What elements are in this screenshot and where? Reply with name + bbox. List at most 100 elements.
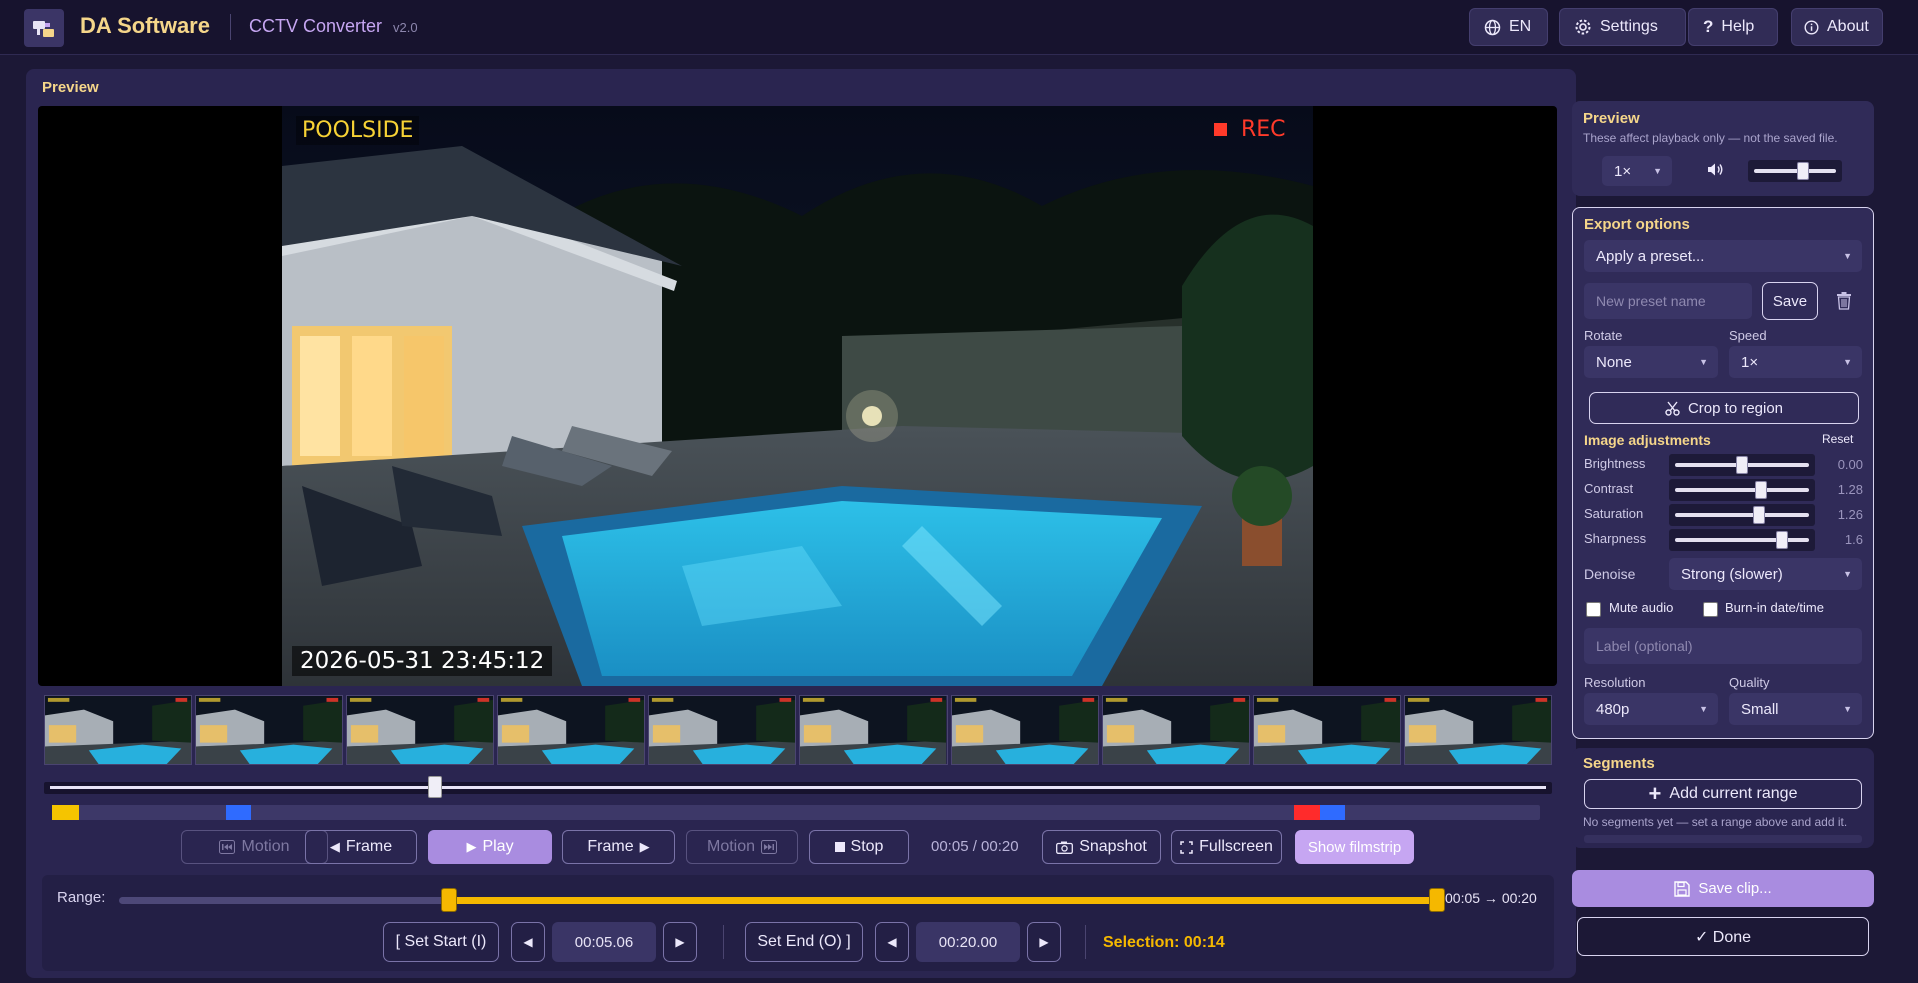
- skip-forward-icon: [761, 840, 778, 854]
- burn-in-label: Burn-in date/time: [1725, 600, 1824, 615]
- about-label: About: [1827, 18, 1869, 35]
- end-nudge-forward-button[interactable]: ▶: [1027, 922, 1061, 962]
- range-start-handle[interactable]: [440, 888, 457, 912]
- stop-icon: [834, 842, 845, 852]
- volume-handle[interactable]: [1797, 162, 1810, 180]
- mute-audio-checkbox[interactable]: [1586, 602, 1601, 617]
- filmstrip: [44, 695, 1552, 765]
- export-speed-select[interactable]: 1× ▼: [1729, 346, 1862, 378]
- help-label: Help: [1721, 18, 1755, 35]
- adjustment-slider[interactable]: [1675, 481, 1809, 499]
- rotate-value: None: [1596, 353, 1632, 371]
- triangle-right-icon: ▶: [675, 935, 685, 949]
- range-readout: 00:05 → 00:20: [1445, 890, 1537, 906]
- filmstrip-thumbnail[interactable]: [497, 695, 646, 765]
- camera-name-overlay: POOLSIDE: [296, 116, 420, 145]
- label-input[interactable]: Label (optional): [1584, 628, 1862, 664]
- motion-marker[interactable]: [226, 805, 252, 820]
- seek-bar[interactable]: [44, 776, 1552, 798]
- filmstrip-thumbnail[interactable]: [799, 695, 948, 765]
- next-frame-button[interactable]: Frame ▶: [562, 830, 675, 864]
- gear-icon: [1575, 19, 1591, 35]
- range-divider: [723, 925, 724, 959]
- save-preset-button[interactable]: Save: [1762, 282, 1818, 320]
- save-clip-label: Save clip...: [1698, 880, 1772, 897]
- filmstrip-thumbnail[interactable]: [648, 695, 797, 765]
- top-bar: DA Software CCTV Converter v2.0 EN Setti…: [0, 0, 1918, 55]
- motion-marker[interactable]: [52, 805, 79, 820]
- header-divider: [230, 14, 231, 40]
- motion-marker[interactable]: [1319, 805, 1346, 820]
- range-slider[interactable]: [119, 888, 1445, 912]
- adjustment-handle[interactable]: [1736, 456, 1748, 474]
- fullscreen-button[interactable]: Fullscreen: [1171, 830, 1282, 864]
- prev-frame-button[interactable]: ◀ Frame: [305, 830, 417, 864]
- show-filmstrip-button[interactable]: Show filmstrip: [1295, 830, 1414, 864]
- playback-speed-select[interactable]: 1× ▼: [1602, 156, 1672, 186]
- filmstrip-thumbnail[interactable]: [1252, 695, 1401, 765]
- play-button[interactable]: ▶ Play: [428, 830, 552, 864]
- segments-title: Segments: [1583, 755, 1655, 772]
- seek-handle[interactable]: [427, 776, 442, 798]
- question-icon: ?: [1703, 17, 1714, 36]
- filmstrip-thumbnail[interactable]: [950, 695, 1099, 765]
- resolution-select[interactable]: 480p ▼: [1584, 693, 1718, 725]
- filmstrip-thumbnail[interactable]: [1101, 695, 1250, 765]
- range-label: Range:: [57, 889, 106, 906]
- help-button[interactable]: ? Help: [1688, 8, 1778, 46]
- quality-label: Quality: [1729, 675, 1770, 690]
- settings-button[interactable]: Settings: [1559, 8, 1686, 46]
- camera-icon: [1056, 841, 1074, 854]
- cctv-video-frame: [282, 106, 1313, 686]
- trash-icon[interactable]: [1836, 292, 1852, 310]
- denoise-select[interactable]: Strong (slower) ▼: [1669, 558, 1862, 590]
- end-nudge-back-button[interactable]: ◀: [875, 922, 909, 962]
- triangle-left-icon: ◀: [329, 839, 340, 854]
- adjustment-slider[interactable]: [1675, 456, 1809, 474]
- export-options-card: Export options Apply a preset... ▼ New p…: [1572, 207, 1874, 739]
- snapshot-button[interactable]: Snapshot: [1042, 830, 1161, 864]
- adjustment-handle[interactable]: [1754, 481, 1767, 499]
- filmstrip-thumbnail[interactable]: [195, 695, 344, 765]
- about-button[interactable]: About: [1791, 8, 1883, 46]
- range-end-handle[interactable]: [1429, 888, 1445, 912]
- adjustment-slider[interactable]: [1675, 531, 1809, 549]
- start-nudge-back-button[interactable]: ◀: [511, 922, 545, 962]
- set-start-button[interactable]: [ Set Start (I): [383, 922, 499, 962]
- next-motion-button[interactable]: Motion: [686, 830, 798, 864]
- playback-preview-card: Preview These affect playback only — not…: [1572, 101, 1874, 196]
- chevron-down-icon: ▼: [1843, 357, 1852, 367]
- segments-hint: No segments yet — set a range above and …: [1583, 815, 1848, 829]
- set-end-button[interactable]: Set End (O) ]: [745, 922, 863, 962]
- preset-select[interactable]: Apply a preset... ▼: [1584, 240, 1862, 272]
- end-time-field[interactable]: 00:20.00: [916, 922, 1020, 962]
- crop-to-region-button[interactable]: Crop to region: [1589, 392, 1859, 424]
- start-nudge-forward-button[interactable]: ▶: [663, 922, 697, 962]
- app-title: CCTV Converter: [249, 16, 383, 36]
- volume-icon[interactable]: [1707, 162, 1724, 177]
- preset-name-input[interactable]: New preset name: [1584, 283, 1752, 319]
- filmstrip-thumbnail[interactable]: [44, 695, 193, 765]
- video-player[interactable]: POOLSIDE REC 2026-05-31 23:45:12: [38, 106, 1557, 686]
- rotate-select[interactable]: None ▼: [1584, 346, 1718, 378]
- filmstrip-thumbnail[interactable]: [1403, 695, 1552, 765]
- done-button[interactable]: ✓ Done: [1577, 917, 1869, 956]
- triangle-left-icon: ◀: [523, 935, 533, 949]
- add-range-button[interactable]: + Add current range: [1584, 779, 1862, 809]
- adjustment-handle[interactable]: [1753, 506, 1766, 524]
- volume-slider[interactable]: [1754, 162, 1836, 180]
- motion-marker[interactable]: [1294, 805, 1320, 820]
- reset-adjustments-button[interactable]: Reset: [1822, 432, 1853, 446]
- quality-select[interactable]: Small ▼: [1729, 693, 1862, 725]
- save-clip-button[interactable]: Save clip...: [1572, 870, 1874, 907]
- adjustment-slider[interactable]: [1675, 506, 1809, 524]
- language-button[interactable]: EN: [1469, 8, 1548, 46]
- burn-in-checkbox[interactable]: [1703, 602, 1718, 617]
- adjustment-handle[interactable]: [1776, 531, 1789, 549]
- filmstrip-thumbnail[interactable]: [346, 695, 495, 765]
- mute-audio-label: Mute audio: [1609, 600, 1674, 615]
- settings-label: Settings: [1600, 18, 1658, 35]
- start-time-field[interactable]: 00:05.06: [552, 922, 656, 962]
- stop-button[interactable]: Stop: [809, 830, 909, 864]
- rec-label: REC: [1241, 117, 1286, 142]
